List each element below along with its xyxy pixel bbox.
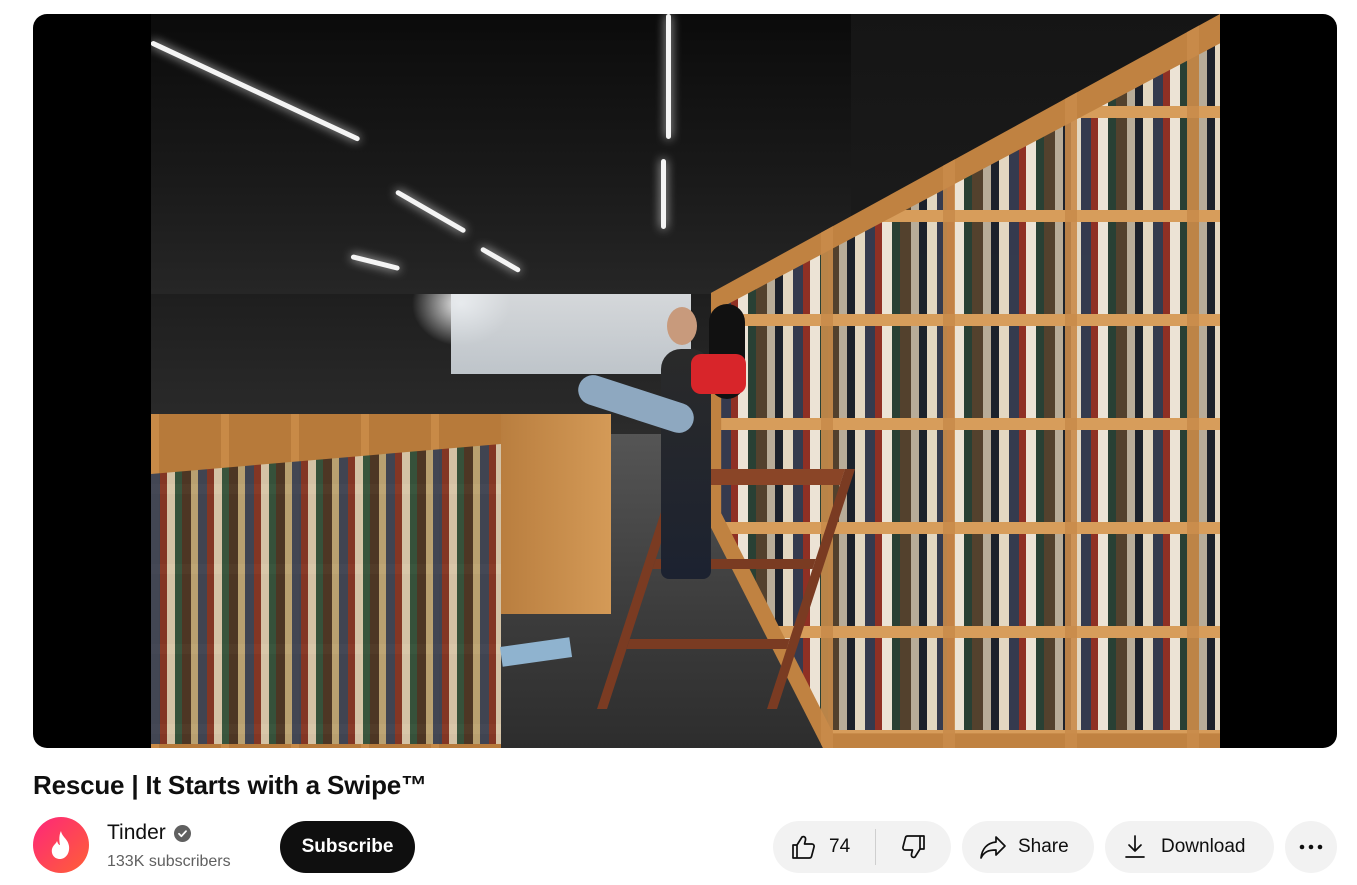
share-button[interactable]: Share	[962, 821, 1094, 873]
ceiling-light	[661, 159, 666, 229]
video-frame	[151, 14, 1220, 748]
download-label: Download	[1161, 836, 1246, 857]
download-icon	[1123, 833, 1147, 861]
more-horizontal-icon	[1299, 844, 1323, 850]
video-title: Rescue | It Starts with a Swipe™	[33, 770, 427, 800]
channel-avatar[interactable]	[33, 817, 89, 873]
channel-name-row[interactable]: Tinder	[107, 820, 191, 846]
like-count: 74	[829, 836, 851, 857]
ceiling-scene	[151, 14, 851, 294]
video-player[interactable]	[33, 14, 1337, 748]
more-actions-button[interactable]	[1285, 821, 1337, 873]
share-label: Share	[1018, 836, 1069, 857]
share-arrow-icon	[978, 833, 1008, 861]
middle-shelf	[501, 414, 611, 614]
subscribe-button[interactable]: Subscribe	[280, 821, 415, 873]
like-dislike-group: 74	[773, 821, 951, 873]
channel-name[interactable]: Tinder	[107, 820, 166, 846]
thumbs-down-icon	[900, 833, 928, 861]
couple-figures	[574, 299, 761, 599]
download-button[interactable]: Download	[1105, 821, 1274, 873]
left-books	[151, 444, 501, 744]
subscriber-count: 133K subscribers	[107, 853, 231, 870]
thumbs-up-icon	[789, 833, 817, 861]
flame-icon	[46, 829, 76, 861]
like-button[interactable]: 74	[773, 821, 875, 873]
dislike-button[interactable]	[876, 821, 951, 873]
ceiling-light	[666, 14, 671, 139]
checkmark-badge-icon	[173, 824, 191, 842]
